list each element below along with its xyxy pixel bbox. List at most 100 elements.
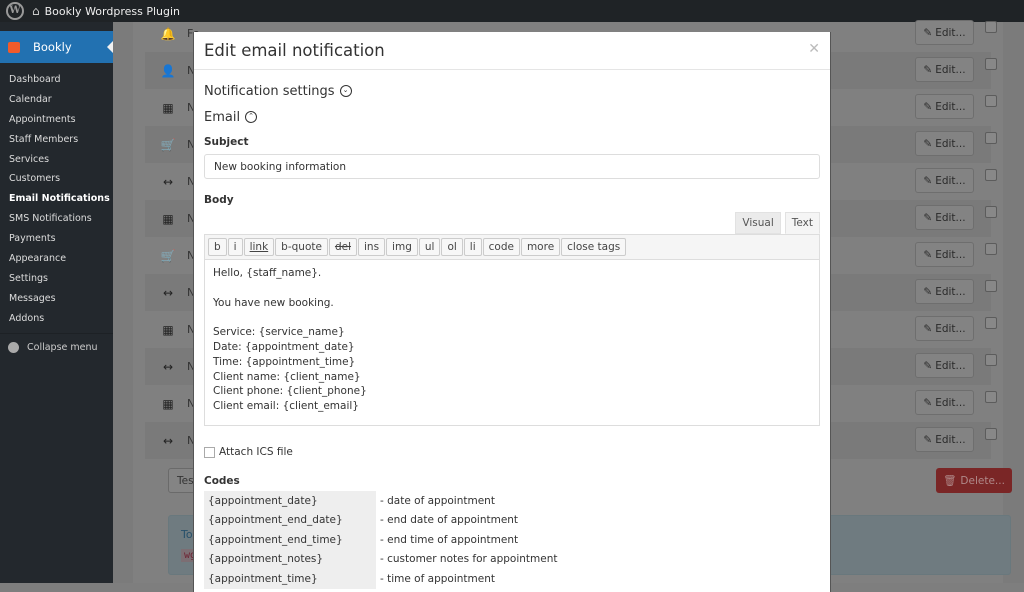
edit-button[interactable]: ✎ Edit... (915, 390, 974, 415)
notification-settings-toggle[interactable]: Notification settings ⌄ (194, 80, 830, 102)
row-checkbox[interactable] (985, 317, 997, 329)
quicktag-img[interactable]: img (386, 238, 418, 256)
code-name: {appointment_end_date} (204, 510, 376, 530)
sidebar-item-payments[interactable]: Payments (0, 229, 113, 249)
tab-visual[interactable]: Visual (735, 212, 781, 234)
delete-button[interactable]: 🗑 Delete... (936, 468, 1012, 493)
quicktag-close-tags[interactable]: close tags (561, 238, 627, 256)
edit-button[interactable]: ✎ Edit... (915, 168, 974, 193)
code-description: - customer notes for appointment (380, 553, 558, 566)
sidebar-item-sms-notifications[interactable]: SMS Notifications (0, 209, 113, 229)
row-checkbox[interactable] (985, 206, 997, 218)
row-checkbox[interactable] (985, 21, 997, 33)
code-name: {appointment_date} (204, 491, 376, 511)
edit-icon: ✎ (923, 174, 933, 187)
sidebar-item-settings[interactable]: Settings (0, 269, 113, 289)
attach-ics-label: Attach ICS file (219, 446, 293, 458)
row-checkbox[interactable] (985, 169, 997, 181)
sidebar-item-appearance[interactable]: Appearance (0, 249, 113, 269)
edit-button[interactable]: ✎ Edit... (915, 20, 974, 45)
row-checkbox[interactable] (985, 132, 997, 144)
quicktag-ins[interactable]: ins (358, 238, 386, 256)
quicktag-i[interactable]: i (227, 238, 243, 256)
attach-ics-checkbox[interactable]: Attach ICS file (194, 446, 830, 458)
quicktags-toolbar: b i link b-quote del ins img ul ol li code more clos… (204, 234, 820, 260)
cart-icon: 🛒 (160, 248, 176, 263)
sidebar-item-bookly[interactable]: Bookly (0, 31, 113, 63)
checkbox[interactable] (204, 446, 215, 458)
code-name: {appointment_end_time} (204, 530, 376, 550)
edit-label: Edit... (935, 26, 966, 39)
modal-title: Edit email notification (204, 41, 385, 60)
edit-label: Edit... (935, 322, 966, 335)
code-row: {appointment_notes} - customer notes for … (204, 549, 562, 569)
subject-input[interactable]: New booking information (204, 154, 820, 179)
subject-label: Subject (204, 136, 249, 148)
quicktag-ul[interactable]: ul (418, 238, 441, 256)
edit-label: Edit... (935, 63, 966, 76)
edit-icon: ✎ (923, 433, 933, 446)
sidebar-item-messages[interactable]: Messages (0, 289, 113, 309)
edit-button[interactable]: ✎ Edit... (915, 205, 974, 230)
wordpress-logo-icon[interactable]: W (6, 2, 24, 20)
edit-label: Edit... (935, 100, 966, 113)
code-row: {appointment_end_date} - end date of appo… (204, 510, 562, 530)
close-icon[interactable]: ✕ (808, 41, 820, 57)
editor-tabs: Visual Text (194, 212, 820, 234)
code-row: {appointment_time} - time of appointment (204, 569, 562, 589)
body-label: Body (204, 194, 234, 206)
notification-settings-label: Notification settings (204, 83, 335, 99)
edit-button[interactable]: ✎ Edit... (915, 316, 974, 341)
edit-email-notification-modal: Edit email notification ✕ Notification s… (193, 32, 831, 592)
sidebar-item-appointments[interactable]: Appointments (0, 110, 113, 130)
sidebar-item-addons[interactable]: Addons (0, 309, 113, 329)
sidebar-item-dashboard[interactable]: Dashboard (0, 70, 113, 90)
modal-header: Edit email notification ✕ (194, 32, 830, 70)
quicktag-li[interactable]: li (463, 238, 482, 256)
quicktag-more[interactable]: more (520, 238, 561, 256)
quicktag-ol[interactable]: ol (441, 238, 463, 256)
edit-label: Edit... (935, 433, 966, 446)
chevron-up-icon: ⌃ (245, 111, 258, 123)
edit-button[interactable]: ✎ Edit... (915, 279, 974, 304)
edit-button[interactable]: ✎ Edit... (915, 353, 974, 378)
quicktag-del[interactable]: del (328, 238, 357, 256)
row-checkbox[interactable] (985, 243, 997, 255)
edit-label: Edit... (935, 137, 966, 150)
sidebar-item-customers[interactable]: Customers (0, 169, 113, 189)
row-checkbox[interactable] (985, 428, 997, 440)
quicktag-b-quote[interactable]: b-quote (275, 238, 328, 256)
sidebar-item-calendar[interactable]: Calendar (0, 90, 113, 110)
quicktag-code[interactable]: code (482, 238, 520, 256)
cart-icon: 🛒 (160, 137, 176, 152)
arrows-h-icon: ↔ (162, 433, 174, 448)
edit-button[interactable]: ✎ Edit... (915, 427, 974, 452)
edit-icon: ✎ (923, 211, 933, 224)
row-checkbox[interactable] (985, 391, 997, 403)
row-checkbox[interactable] (985, 58, 997, 70)
quicktag-link[interactable]: link (243, 238, 275, 256)
quicktag-b[interactable]: b (208, 238, 227, 256)
sidebar-item-email-notifications[interactable]: Email Notifications (0, 189, 113, 209)
codes-label: Codes (204, 475, 240, 487)
email-section-toggle[interactable]: Email ⌃ (194, 106, 830, 128)
edit-button[interactable]: ✎ Edit... (915, 242, 974, 267)
code-description: - time of appointment (380, 572, 495, 585)
edit-label: Edit... (935, 285, 966, 298)
edit-button[interactable]: ✎ Edit... (915, 94, 974, 119)
email-section-label: Email (204, 109, 241, 125)
edit-button[interactable]: ✎ Edit... (915, 131, 974, 156)
row-checkbox[interactable] (985, 354, 997, 366)
sidebar-item-services[interactable]: Services (0, 150, 113, 170)
tab-text[interactable]: Text (784, 212, 820, 234)
arrows-h-icon: ↔ (162, 174, 174, 189)
home-icon[interactable]: ⌂ (32, 4, 40, 18)
edit-button[interactable]: ✎ Edit... (915, 57, 974, 82)
body-textarea[interactable]: Hello, {staff_name}. You have new bookin… (204, 260, 820, 426)
edit-icon: ✎ (923, 26, 933, 39)
row-checkbox[interactable] (985, 280, 997, 292)
sidebar-item-staff-members[interactable]: Staff Members (0, 130, 113, 150)
code-description: - date of appointment (380, 494, 495, 507)
collapse-menu-button[interactable]: Collapse menu (0, 332, 113, 361)
row-checkbox[interactable] (985, 95, 997, 107)
